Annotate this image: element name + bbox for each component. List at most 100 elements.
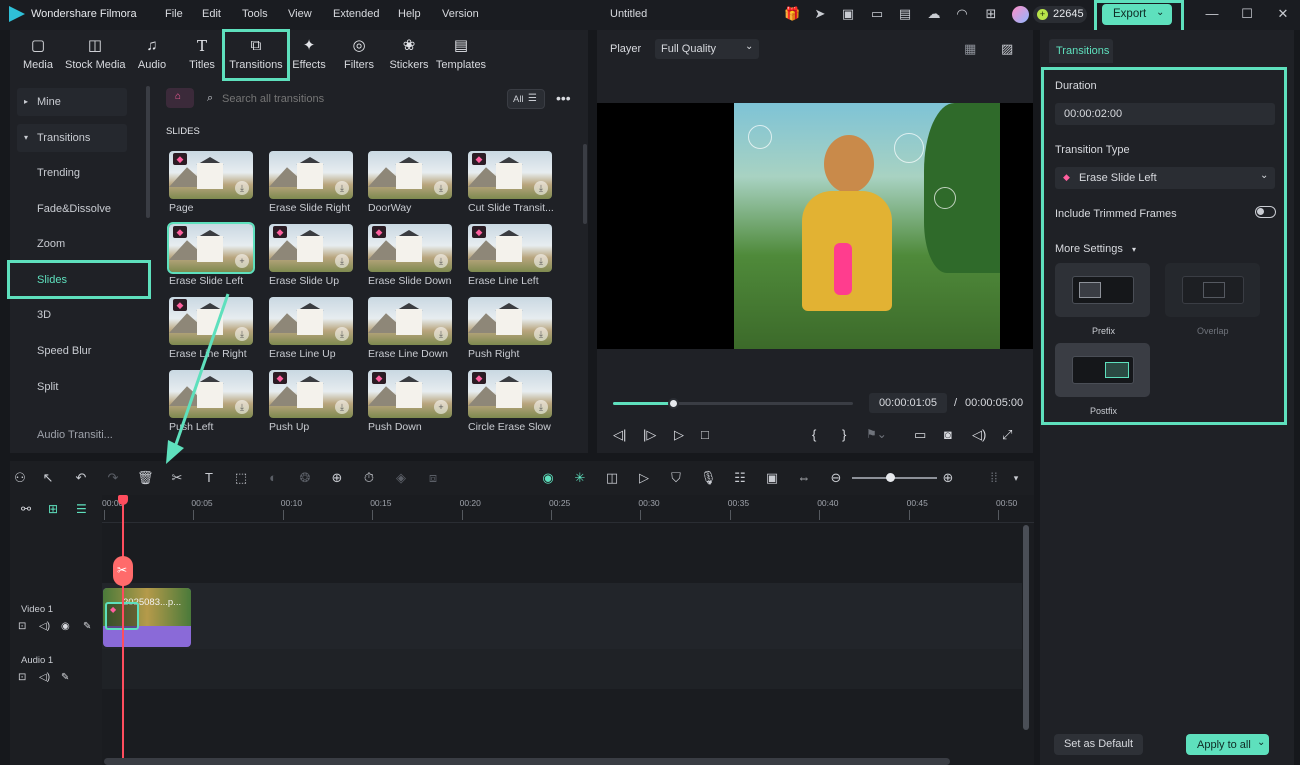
transition-thumbnail[interactable]: ◆ ⤓ [468, 151, 552, 199]
fit-icon[interactable]: ⇔ [796, 470, 812, 486]
menu-edit[interactable]: Edit [202, 8, 221, 20]
mark-out-icon[interactable]: } [842, 427, 846, 442]
menu-view[interactable]: View [288, 8, 312, 20]
transition-thumbnail[interactable]: ◆ ⤓ [468, 224, 552, 272]
playhead-split-handle[interactable]: ✂ [113, 556, 133, 586]
add-icon[interactable]: + [235, 254, 249, 268]
search-input[interactable] [222, 90, 482, 108]
audio-magic-icon[interactable]: ✎ [61, 672, 69, 683]
audio-lock-icon[interactable]: ⊡ [18, 672, 26, 683]
render-icon[interactable]: ▷ [636, 470, 652, 486]
select-tool-icon[interactable]: ↖ [40, 470, 56, 486]
download-icon[interactable]: ⤓ [335, 254, 349, 268]
stop-icon[interactable]: □ [701, 427, 709, 442]
transition-thumbnail[interactable]: ◆ ⤓ [468, 370, 552, 418]
mask-icon[interactable]: ◐ [265, 470, 281, 486]
sidebar-item-transitions[interactable]: ▾ Transitions [17, 124, 127, 152]
transition-thumbnail[interactable]: ◆ ⤓ [169, 151, 253, 199]
fullscreen-icon[interactable]: ⤢ [1002, 427, 1012, 443]
feedback-icon[interactable]: ▣ [840, 6, 856, 22]
text-tool-icon[interactable]: T [201, 470, 217, 486]
zoom-slider-knob[interactable] [886, 473, 895, 482]
speaker-icon[interactable]: ◁) [39, 621, 50, 632]
ai-tool-icon[interactable]: ⊕ [329, 470, 345, 486]
audio-speaker-icon[interactable]: ◁) [39, 672, 50, 683]
add-track-icon[interactable]: ⊞ [48, 502, 58, 516]
send-icon[interactable]: ➤ [812, 6, 828, 22]
duration-input[interactable]: 00:00:02:00 [1055, 103, 1275, 125]
snapshot-image-icon[interactable]: ▨ [1001, 41, 1013, 57]
timeline-vertical-scrollbar[interactable] [1023, 525, 1029, 730]
ai-mate-icon[interactable]: ◉ [540, 470, 556, 486]
apply-to-all-button[interactable]: Apply to all ⌄ [1186, 734, 1269, 755]
track-options-icon[interactable]: ☰ [76, 502, 87, 516]
previous-frame-icon[interactable]: ◁| [613, 427, 626, 443]
transition-thumbnail[interactable]: ⤓ [368, 151, 452, 199]
marker-icon[interactable]: ⚑⌄ [866, 427, 887, 441]
sidebar-item-trending[interactable]: Trending [17, 159, 127, 187]
crop-icon[interactable]: ⬚ [233, 470, 249, 486]
minimize-icon[interactable]: — [1204, 6, 1220, 22]
timeline-horizontal-scrollbar[interactable] [104, 758, 950, 765]
playback-knob[interactable] [668, 398, 679, 409]
download-icon[interactable]: ⤓ [235, 181, 249, 195]
zoom-in-icon[interactable]: ⊕ [940, 470, 956, 486]
transition-thumbnail[interactable]: ⤓ [368, 297, 452, 345]
download-icon[interactable]: ⤓ [335, 400, 349, 414]
menu-tools[interactable]: Tools [242, 8, 268, 20]
playback-track[interactable] [613, 398, 853, 409]
eye-icon[interactable]: ◉ [61, 621, 70, 632]
save-icon[interactable]: ▤ [897, 6, 913, 22]
transition-thumbnail[interactable]: ◆ ⤓ [269, 370, 353, 418]
download-icon[interactable]: ⤓ [335, 327, 349, 341]
sidebar-scrollbar[interactable] [146, 86, 150, 218]
play-icon[interactable]: ▷ [674, 427, 684, 443]
display-icon[interactable]: ▭ [914, 427, 926, 443]
maximize-icon[interactable]: ☐ [1239, 6, 1255, 22]
transition-thumbnail[interactable]: ◆ ⤓ [269, 224, 353, 272]
close-icon[interactable]: ✕ [1275, 6, 1291, 22]
menu-file[interactable]: File [165, 8, 183, 20]
scissors-icon[interactable]: ✂ [169, 470, 185, 486]
download-icon[interactable]: ⤓ [534, 327, 548, 341]
zoom-slider[interactable] [852, 473, 937, 482]
redo-icon[interactable]: ↷ [105, 470, 121, 486]
group-icon[interactable]: ⧈ [425, 470, 441, 486]
download-icon[interactable]: ⤓ [434, 181, 448, 195]
download-icon[interactable]: ⤓ [434, 254, 448, 268]
grid-view-icon[interactable]: ▦ [964, 41, 976, 57]
tab-stickers[interactable]: ❀ Stickers [379, 36, 439, 76]
transition-type-select[interactable]: ◆ Erase Slide Left ⌄ [1055, 167, 1275, 189]
next-frame-icon[interactable]: |▷ [643, 427, 656, 443]
audio-list-icon[interactable]: ☷ [732, 470, 748, 486]
chevron-down-icon[interactable]: ▾ [1008, 470, 1024, 486]
transition-thumbnail[interactable]: ◆ + [167, 222, 255, 274]
premium-filter-button[interactable]: ⌂ [166, 88, 194, 108]
playhead-top[interactable] [118, 495, 128, 505]
volume-icon[interactable]: ◁) [972, 427, 986, 443]
layers-icon[interactable]: ◈ [393, 470, 409, 486]
add-icon[interactable]: + [434, 400, 448, 414]
layout-icon[interactable]: ▭ [869, 6, 885, 22]
tab-templates[interactable]: ▤ Templates [431, 36, 491, 76]
shield-icon[interactable]: ⛉ [668, 470, 684, 486]
current-time[interactable]: 00:00:01:05 [869, 393, 947, 413]
magic-icon[interactable]: ✎ [83, 621, 91, 632]
tab-transitions-properties[interactable]: Transitions [1049, 39, 1113, 63]
mode-overlap[interactable] [1165, 263, 1260, 317]
delete-icon[interactable]: 🗑 [137, 470, 154, 486]
video-preview[interactable] [597, 103, 1033, 349]
download-icon[interactable]: ⤓ [335, 181, 349, 195]
pip-icon[interactable]: ▣ [764, 470, 780, 486]
more-settings-label[interactable]: More Settings ▾ [1055, 243, 1136, 255]
cloud-icon[interactable]: ☁ [926, 6, 942, 22]
export-button[interactable]: Export ⌄ [1102, 4, 1172, 25]
apps-grid-icon[interactable]: ⊞ [983, 6, 999, 22]
transition-thumbnail[interactable]: ⤓ [468, 297, 552, 345]
credits-badge[interactable]: + 22645 [1033, 6, 1087, 23]
mode-prefix[interactable] [1055, 263, 1150, 317]
record-icon[interactable]: ◫ [604, 470, 620, 486]
sidebar-item-split[interactable]: Split [17, 373, 127, 401]
download-icon[interactable]: ⤓ [534, 181, 548, 195]
sidebar-item-3d[interactable]: 3D [17, 301, 127, 329]
